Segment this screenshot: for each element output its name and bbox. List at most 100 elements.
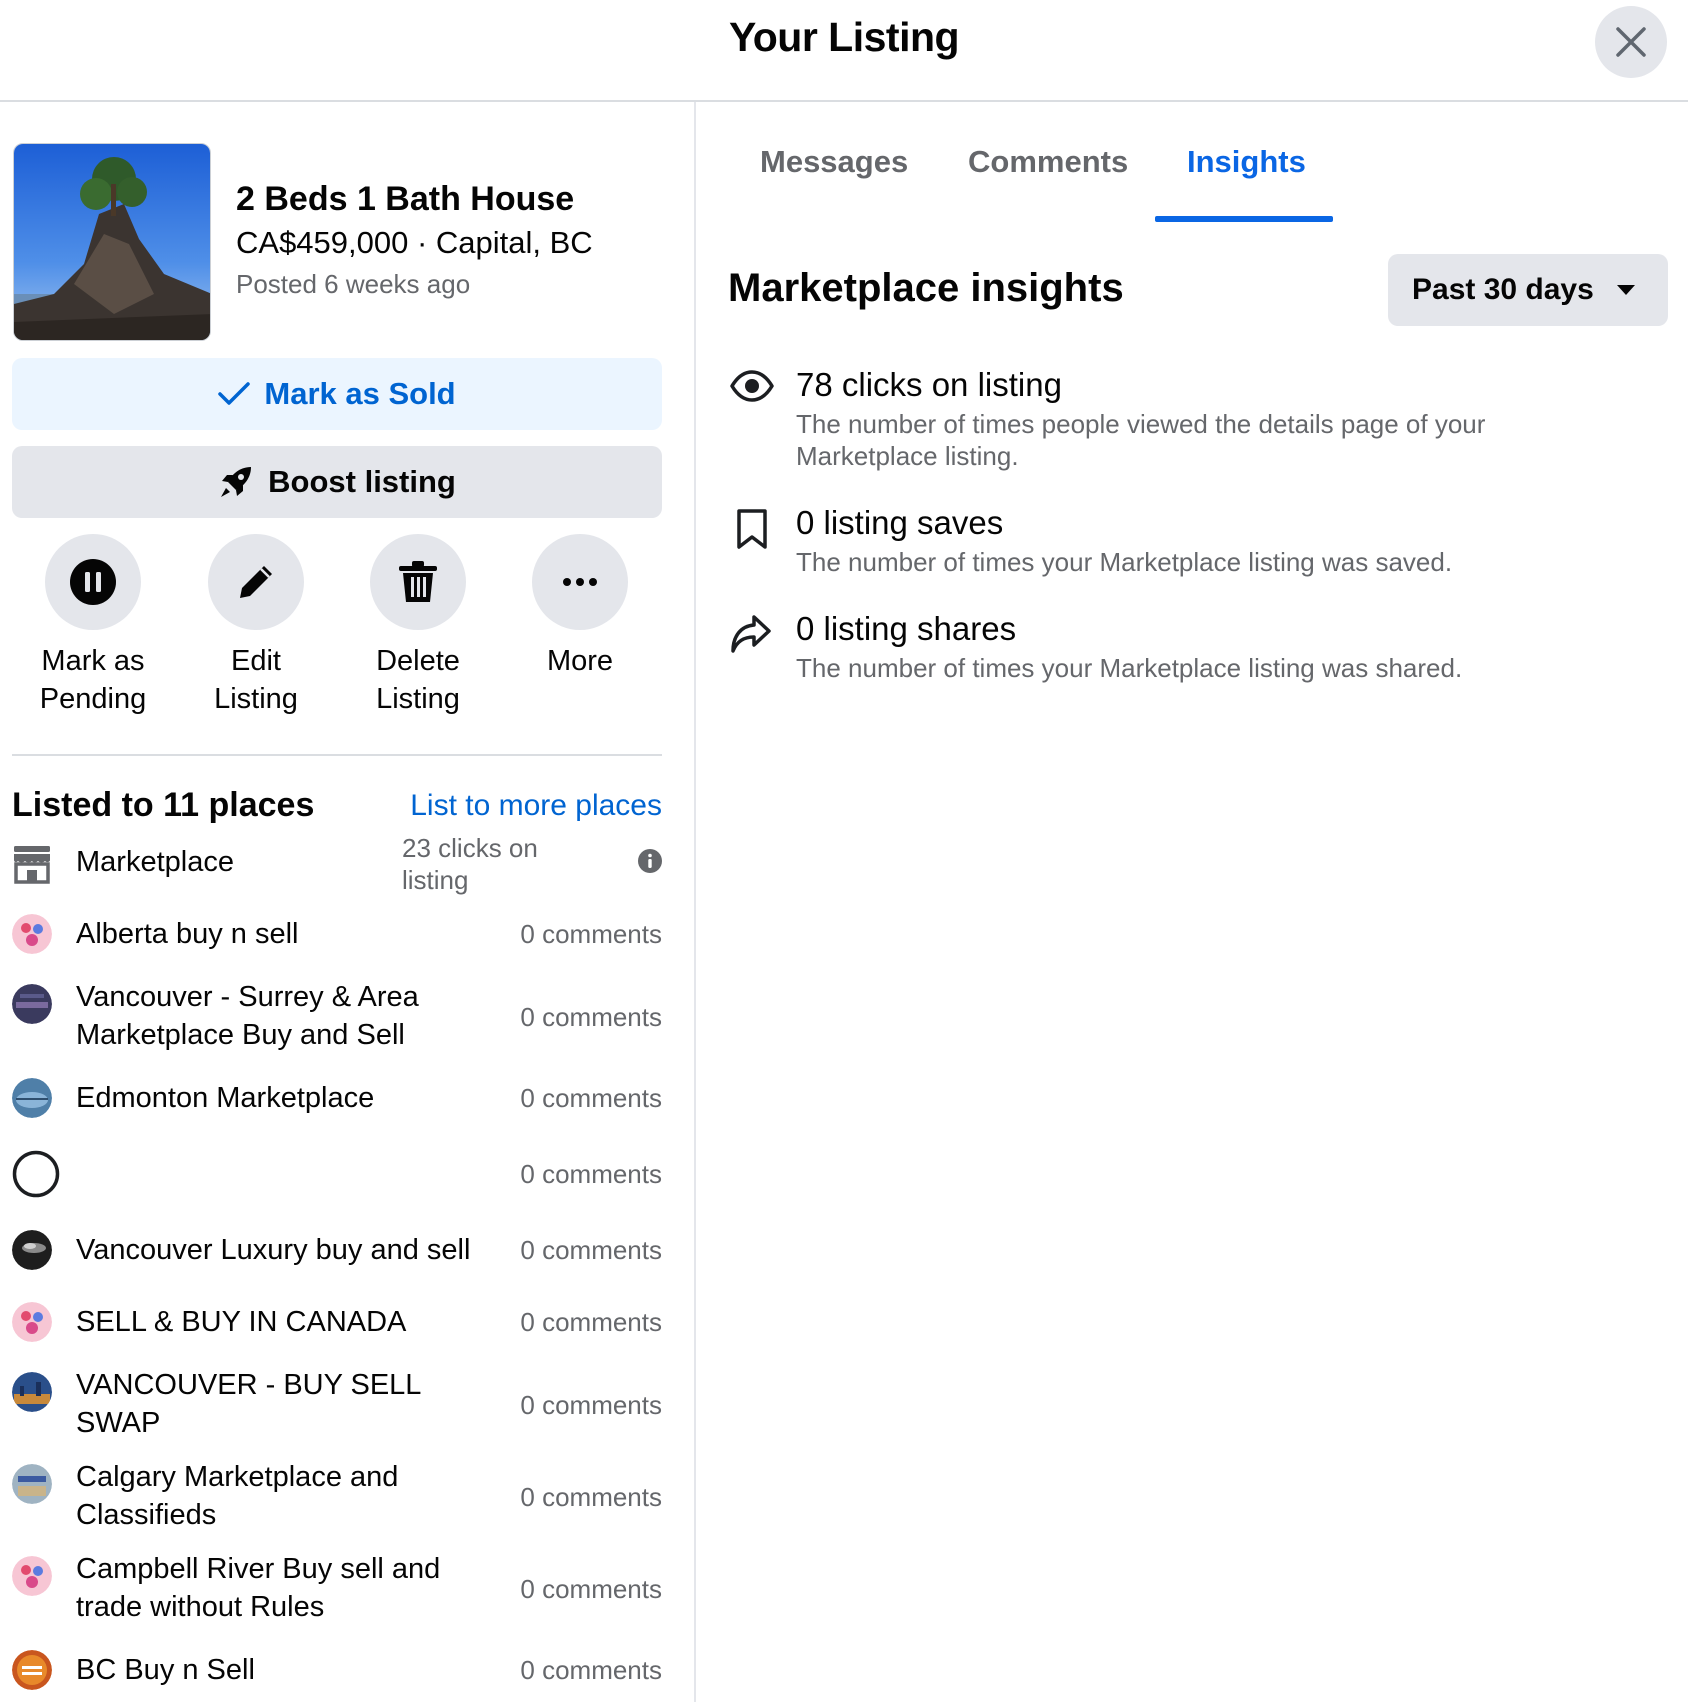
group-avatar-icon (12, 1650, 52, 1690)
place-comment-count: 0 comments (520, 1390, 662, 1420)
metric-description: The number of times your Marketplace lis… (796, 653, 1463, 683)
group-avatar-icon (12, 1078, 52, 1118)
place-name-line2: trade without Rules (76, 1591, 325, 1623)
info-icon[interactable] (638, 849, 662, 873)
metric-description: The number of times people viewed the de… (796, 409, 1486, 471)
place-name: Vancouver - Surrey & Area Marketplace Buy… (76, 978, 419, 1054)
caret-down-icon (1616, 285, 1635, 295)
storefront-icon (14, 846, 50, 884)
place-comment-count: 0 comments (520, 1002, 662, 1032)
group-avatar-icon (12, 1464, 52, 1504)
pause-icon (70, 559, 116, 605)
place-row[interactable]: Campbell River Buy sell and trade without… (12, 1550, 662, 1630)
listing-price-location: CA$459,000 · Capital, BC (236, 225, 593, 260)
place-row[interactable]: Alberta buy n sell 0 comments (12, 914, 662, 958)
mark-as-pending-button[interactable]: Mark as Pending (8, 534, 178, 718)
place-name-line1: Campbell River Buy sell and (76, 1553, 441, 1585)
group-avatar-icon (12, 1556, 52, 1596)
place-comment-count: 0 comments (520, 1159, 662, 1189)
dialog-header: Your Listing (0, 0, 1688, 102)
boost-listing-button[interactable]: Boost listing (12, 446, 662, 518)
place-row[interactable]: SELL & BUY IN CANADA 0 comments (12, 1302, 662, 1346)
metric-title: 0 listing shares (796, 610, 1017, 647)
place-row[interactable]: 0 comments (12, 1150, 662, 1198)
place-name-line1: Calgary Marketplace and (76, 1461, 399, 1493)
period-dropdown-value: Past 30 days (1412, 273, 1594, 306)
marketplace-clicks-line1: 23 clicks on (402, 833, 538, 863)
edit-listing-circle (208, 534, 304, 630)
panel-divider (694, 102, 696, 1702)
place-row[interactable]: Calgary Marketplace and Classifieds 0 com… (12, 1458, 662, 1538)
action-label-line1: Delete (376, 645, 460, 677)
place-comment-count: 0 comments (520, 1083, 662, 1113)
place-row[interactable]: BC Buy n Sell 0 comments (12, 1650, 662, 1694)
pencil-icon (240, 566, 272, 598)
more-button[interactable]: More (495, 534, 665, 680)
place-row[interactable]: Vancouver Luxury buy and sell 0 comments (12, 1230, 662, 1274)
empty-circle-icon (12, 1150, 60, 1198)
boost-listing-label: Boost listing (268, 464, 456, 499)
tab-messages[interactable]: Messages (760, 144, 908, 180)
close-icon (1616, 27, 1646, 57)
trash-icon (399, 561, 437, 602)
place-comment-count: 0 comments (520, 919, 662, 949)
metric-description: The number of times your Marketplace lis… (796, 547, 1453, 577)
listing-posted-time: Posted 6 weeks ago (236, 269, 471, 299)
group-avatar-icon (12, 984, 52, 1024)
tab-comments[interactable]: Comments (968, 144, 1128, 180)
delete-listing-circle (370, 534, 466, 630)
place-comment-count: 0 comments (520, 1235, 662, 1265)
listed-places-heading: Listed to 11 places (12, 786, 315, 824)
place-name: SELL & BUY IN CANADA (76, 1306, 407, 1338)
mark-as-sold-button[interactable]: Mark as Sold (12, 358, 662, 430)
insights-heading: Marketplace insights (728, 266, 1124, 310)
share-icon (731, 615, 771, 653)
mark-as-sold-label: Mark as Sold (264, 376, 456, 411)
action-label-line2: Pending (39, 683, 147, 715)
place-name: Edmonton Marketplace (76, 1082, 375, 1114)
place-comment-count: 0 comments (520, 1307, 662, 1337)
action-label-line2: Listing (214, 683, 298, 715)
place-name: Calgary Marketplace and Classifieds (76, 1458, 398, 1534)
place-name-line2: Classifieds (76, 1499, 217, 1531)
group-avatar-icon (12, 1302, 52, 1342)
place-row[interactable]: VANCOUVER - BUY SELL SWAP 0 comments (12, 1366, 662, 1446)
section-divider (12, 754, 662, 756)
place-name-line1: VANCOUVER - BUY SELL (76, 1369, 422, 1401)
insight-metric: 0 listing saves The number of times your… (730, 504, 1630, 584)
place-name: BC Buy n Sell (76, 1654, 255, 1686)
place-name: Vancouver Luxury buy and sell (76, 1234, 471, 1266)
tab-insights[interactable]: Insights (1187, 144, 1306, 180)
place-name-line1: Vancouver - Surrey & Area (76, 981, 419, 1013)
group-avatar-icon (12, 1230, 52, 1270)
insight-metric: 78 clicks on listing The number of times… (730, 366, 1630, 476)
place-row-marketplace[interactable]: Marketplace 23 clicks on listing (12, 833, 662, 906)
period-dropdown[interactable]: Past 30 days (1388, 254, 1668, 326)
bookmark-icon (737, 509, 767, 549)
place-row[interactable]: Edmonton Marketplace 0 comments (12, 1078, 662, 1122)
checkmark-icon (218, 382, 251, 405)
place-name: Alberta buy n sell (76, 918, 299, 950)
mark-as-pending-circle (45, 534, 141, 630)
listing-photo-image (14, 144, 210, 340)
place-name: Campbell River Buy sell and trade without… (76, 1550, 440, 1626)
listing-title[interactable]: 2 Beds 1 Bath House (236, 180, 574, 219)
place-name-line2: SWAP (76, 1407, 161, 1439)
place-row[interactable]: Vancouver - Surrey & Area Marketplace Buy… (12, 978, 662, 1058)
delete-listing-button[interactable]: Delete Listing (333, 534, 503, 718)
eye-icon (730, 370, 774, 402)
place-name: VANCOUVER - BUY SELL SWAP (76, 1366, 421, 1442)
list-to-more-places-link[interactable]: List to more places (410, 789, 662, 823)
listing-photo[interactable] (13, 143, 211, 341)
metric-title: 0 listing saves (796, 504, 1004, 541)
marketplace-clicks-line2: listing (402, 865, 469, 895)
more-icon (563, 578, 597, 586)
close-button[interactable] (1595, 6, 1667, 78)
active-tab-indicator (1155, 216, 1333, 222)
action-label-line1: More (546, 645, 614, 677)
place-comment-count: 0 comments (520, 1482, 662, 1512)
place-name: Marketplace (76, 846, 234, 878)
insight-metric: 0 listing shares The number of times you… (730, 610, 1630, 690)
place-comment-count: 0 comments (520, 1574, 662, 1604)
edit-listing-button[interactable]: Edit Listing (171, 534, 341, 718)
